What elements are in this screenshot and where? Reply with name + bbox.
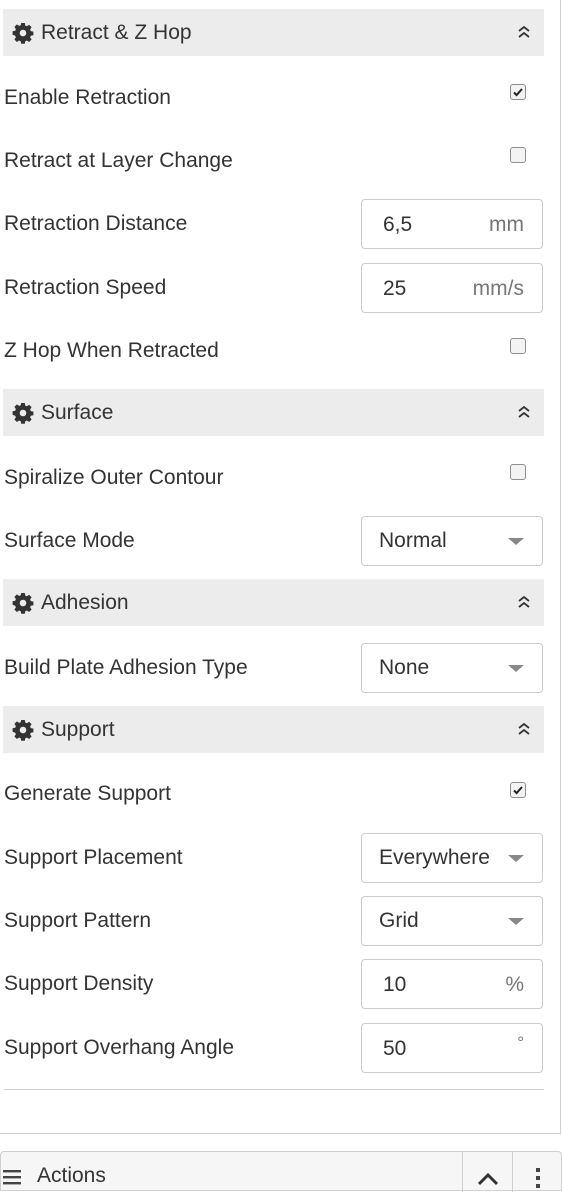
- chevron-double-up-icon[interactable]: [516, 591, 532, 613]
- section-header-retract[interactable]: Retract & Z Hop: [3, 9, 544, 56]
- section-title: Retract & Z Hop: [41, 20, 192, 44]
- actions-collapse-button[interactable]: [462, 1152, 513, 1192]
- gear-icon: [12, 719, 34, 741]
- chevron-double-up-icon[interactable]: [516, 21, 532, 43]
- hamburger-menu-icon: [3, 1167, 23, 1185]
- spiralize-checkbox[interactable]: [510, 464, 526, 480]
- support-density-value: 10: [383, 973, 407, 996]
- generate-support-checkbox[interactable]: [510, 782, 526, 798]
- spiralize-label: Spiralize Outer Contour: [4, 466, 224, 489]
- retraction-distance-input[interactable]: 6,5 mm: [361, 199, 543, 249]
- support-overhang-input[interactable]: 50 °: [361, 1023, 543, 1073]
- adhesion-type-value: None: [379, 656, 430, 679]
- support-density-unit: %: [505, 973, 524, 996]
- gear-icon: [12, 402, 34, 424]
- retraction-distance-value: 6,5: [383, 213, 413, 236]
- section-title: Surface: [41, 400, 114, 424]
- section-header-surface[interactable]: Surface: [3, 389, 544, 436]
- support-pattern-select[interactable]: Grid: [361, 896, 543, 946]
- retraction-speed-label: Retraction Speed: [4, 276, 167, 299]
- section-header-support[interactable]: Support: [3, 706, 544, 753]
- section-title: Support: [41, 717, 115, 741]
- support-overhang-label: Support Overhang Angle: [4, 1036, 234, 1059]
- caret-down-icon: [508, 665, 524, 672]
- z-hop-label: Z Hop When Retracted: [4, 339, 219, 362]
- chevron-double-up-icon[interactable]: [516, 401, 532, 423]
- section-header-adhesion[interactable]: Adhesion: [3, 579, 544, 626]
- caret-down-icon: [508, 918, 524, 925]
- retraction-speed-value: 25: [383, 277, 407, 300]
- retraction-distance-unit: mm: [489, 213, 524, 236]
- support-overhang-value: 50: [383, 1037, 407, 1060]
- actions-more-button[interactable]: [512, 1152, 562, 1192]
- enable-retraction-label: Enable Retraction: [4, 86, 171, 109]
- adhesion-type-label: Build Plate Adhesion Type: [4, 656, 248, 679]
- actions-title: Actions: [37, 1164, 106, 1187]
- adhesion-type-select[interactable]: None: [361, 643, 543, 693]
- chevron-up-icon: [477, 1168, 499, 1192]
- support-placement-label: Support Placement: [4, 846, 183, 869]
- section-title: Adhesion: [41, 590, 129, 614]
- retract-layer-change-checkbox[interactable]: [510, 147, 526, 163]
- z-hop-checkbox[interactable]: [510, 338, 526, 354]
- retraction-speed-input[interactable]: 25 mm/s: [361, 263, 543, 313]
- caret-down-icon: [508, 538, 524, 545]
- surface-mode-value: Normal: [379, 529, 447, 552]
- support-density-input[interactable]: 10 %: [361, 959, 543, 1009]
- actions-panel-header[interactable]: Actions: [0, 1151, 562, 1192]
- chevron-double-up-icon[interactable]: [516, 718, 532, 740]
- surface-mode-label: Surface Mode: [4, 529, 135, 552]
- retract-layer-change-label: Retract at Layer Change: [4, 149, 233, 172]
- support-pattern-value: Grid: [379, 909, 419, 932]
- retraction-distance-label: Retraction Distance: [4, 212, 188, 235]
- support-placement-select[interactable]: Everywhere: [361, 833, 543, 883]
- support-overhang-unit: °: [517, 1033, 524, 1052]
- gear-icon: [12, 592, 34, 614]
- generate-support-label: Generate Support: [4, 782, 171, 805]
- enable-retraction-checkbox[interactable]: [510, 84, 526, 100]
- settings-panel: Retract & Z Hop Enable Retraction Retrac…: [0, 0, 561, 1134]
- surface-mode-select[interactable]: Normal: [361, 516, 543, 566]
- support-pattern-label: Support Pattern: [4, 909, 152, 932]
- support-placement-value: Everywhere: [379, 846, 490, 869]
- retraction-speed-unit: mm/s: [472, 277, 524, 300]
- gear-icon: [12, 22, 34, 44]
- caret-down-icon: [508, 855, 524, 862]
- divider: [4, 1089, 544, 1090]
- vertical-dots-icon: [535, 1168, 541, 1198]
- support-density-label: Support Density: [4, 972, 154, 995]
